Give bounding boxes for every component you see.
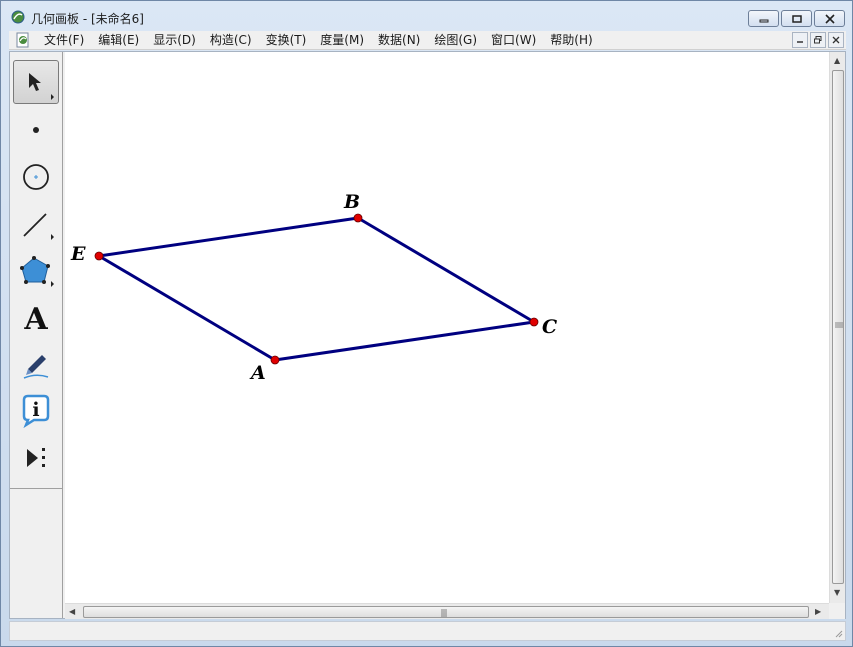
- pentagon-icon: [20, 256, 54, 287]
- point-B[interactable]: [353, 213, 363, 223]
- minimize-icon: [759, 19, 768, 22]
- close-button[interactable]: [814, 10, 845, 27]
- title-bar[interactable]: 几何画板 - [未命名6]: [1, 1, 852, 31]
- menu-graph[interactable]: 绘图(G): [427, 31, 484, 50]
- doc-minimize-button[interactable]: [792, 32, 808, 48]
- scroll-corner: [829, 603, 845, 619]
- scroll-right-icon[interactable]: ▶: [815, 607, 821, 616]
- straightedge-tool[interactable]: [13, 200, 59, 244]
- scroll-left-icon[interactable]: ◀: [69, 607, 75, 616]
- point-E[interactable]: [94, 251, 104, 261]
- circle-icon: [23, 164, 49, 190]
- document-area: A i A B C E ▲ ▼ ◀ ▶: [9, 51, 846, 619]
- doc-restore-button[interactable]: [810, 32, 826, 48]
- menu-display[interactable]: 显示(D): [146, 31, 203, 50]
- segment-CA[interactable]: [274, 320, 535, 362]
- scroll-up-icon[interactable]: ▲: [834, 56, 840, 65]
- scroll-down-icon[interactable]: ▼: [834, 588, 840, 597]
- text-tool-glyph: A: [23, 302, 48, 336]
- point-label-B[interactable]: B: [343, 191, 360, 213]
- restore-icon: [791, 14, 802, 23]
- text-a-icon: A: [23, 302, 48, 336]
- info-tool-glyph: i: [32, 399, 39, 421]
- arrow-icon: [29, 73, 54, 100]
- menu-construct[interactable]: 构造(C): [203, 31, 259, 50]
- point-label-A[interactable]: A: [249, 362, 266, 384]
- point-label-C[interactable]: C: [542, 316, 557, 338]
- point-tool[interactable]: [13, 106, 59, 150]
- restore-button[interactable]: [781, 10, 812, 27]
- grip-icon: [835, 322, 843, 328]
- vertical-scroll-thumb[interactable]: [832, 70, 844, 584]
- info-icon: i: [22, 394, 50, 429]
- menu-bar: 文件(F) 编辑(E) 显示(D) 构造(C) 变换(T) 度量(M) 数据(N…: [9, 31, 846, 50]
- sketch-canvas[interactable]: A B C E: [65, 52, 829, 603]
- status-bar: [9, 621, 846, 641]
- vertical-scrollbar[interactable]: ▲ ▼: [829, 52, 845, 603]
- toolbox-divider: [10, 488, 63, 489]
- compass-tool[interactable]: [13, 153, 59, 197]
- segment-BC[interactable]: [357, 216, 535, 324]
- point-C[interactable]: [529, 317, 539, 327]
- menu-transform[interactable]: 变换(T): [259, 31, 314, 50]
- document-icon[interactable]: [15, 32, 31, 48]
- minimize-button[interactable]: [748, 10, 779, 27]
- custom-tool[interactable]: [13, 435, 59, 479]
- menu-window[interactable]: 窗口(W): [484, 31, 543, 50]
- restore-icon: [814, 36, 822, 44]
- toolbox: A i: [10, 52, 63, 618]
- custom-tool-icon: [27, 448, 45, 467]
- segment-icon: [23, 213, 54, 240]
- doc-close-button[interactable]: [828, 32, 844, 48]
- horizontal-scrollbar[interactable]: ◀ ▶: [65, 603, 829, 619]
- app-window: 几何画板 - [未命名6] 文件(F) 编辑(E) 显示(D) 构造(C) 变换…: [0, 0, 853, 647]
- information-tool[interactable]: i: [13, 388, 59, 432]
- horizontal-scroll-thumb[interactable]: [83, 606, 809, 618]
- text-tool[interactable]: A: [13, 294, 59, 338]
- close-icon: [832, 36, 840, 44]
- point-A[interactable]: [270, 355, 280, 365]
- menu-measure[interactable]: 度量(M): [313, 31, 371, 50]
- menu-help[interactable]: 帮助(H): [543, 31, 599, 50]
- marker-pen-icon: [23, 355, 49, 379]
- point-icon: [33, 127, 39, 133]
- menu-number[interactable]: 数据(N): [371, 31, 427, 50]
- minimize-icon: [797, 41, 803, 43]
- grip-icon: [441, 609, 447, 617]
- close-icon: [824, 13, 835, 24]
- menu-file[interactable]: 文件(F): [37, 31, 91, 50]
- segment-EB[interactable]: [98, 216, 359, 258]
- marker-tool[interactable]: [13, 341, 59, 385]
- segment-AE[interactable]: [98, 254, 276, 362]
- menu-edit[interactable]: 编辑(E): [91, 31, 146, 50]
- point-label-E[interactable]: E: [70, 243, 86, 265]
- resize-grip-icon[interactable]: [833, 628, 843, 638]
- polygon-tool[interactable]: [13, 247, 59, 291]
- app-icon: [11, 10, 25, 24]
- window-title: 几何画板 - [未命名6]: [31, 12, 144, 26]
- sketch-drawing[interactable]: A B C E: [65, 52, 829, 603]
- arrow-select-tool[interactable]: [13, 60, 59, 104]
